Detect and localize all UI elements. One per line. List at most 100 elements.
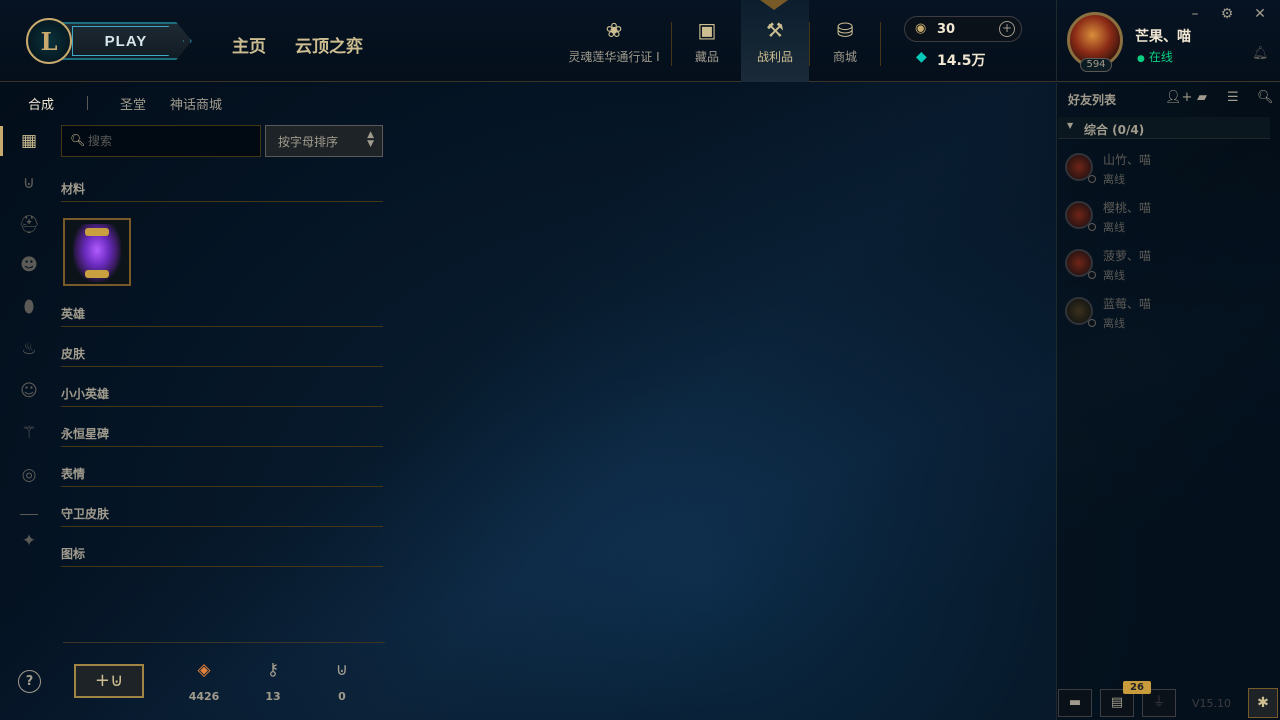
chest-value: 0 bbox=[338, 690, 346, 703]
notification-bell-icon[interactable]: 🔔︎ bbox=[1252, 46, 1269, 61]
lotus-icon: ❀ bbox=[605, 17, 623, 42]
tab-sanctum[interactable]: 圣堂 bbox=[120, 94, 146, 113]
search-input[interactable] bbox=[88, 131, 256, 151]
loot-item-card[interactable] bbox=[63, 218, 131, 286]
friend-item[interactable]: 蓝莓、喵 离线 bbox=[1063, 289, 1273, 333]
level-badge: 594 bbox=[1080, 58, 1112, 72]
offline-dot-icon bbox=[1088, 175, 1096, 183]
friend-item[interactable]: 樱桃、喵 离线 bbox=[1063, 193, 1273, 237]
buy-rp-plus-icon[interactable]: + bbox=[999, 21, 1015, 37]
rp-wallet[interactable]: ◉ 30 + bbox=[904, 16, 1022, 42]
minimize-icon[interactable]: – bbox=[1187, 6, 1203, 22]
help-icon[interactable]: ? bbox=[18, 670, 41, 693]
friend-status: 离线 bbox=[1103, 317, 1125, 330]
rail-divider bbox=[20, 514, 38, 515]
play-button[interactable]: PLAY bbox=[60, 22, 192, 60]
friend-name: 山竹、喵 bbox=[1103, 153, 1152, 167]
champion-helmet-icon[interactable]: ⛑ bbox=[18, 214, 40, 236]
loot-icon: ⚒ bbox=[766, 17, 784, 42]
key-icon: ⚷ bbox=[266, 660, 280, 680]
section-icons[interactable]: 图标 bbox=[61, 545, 383, 567]
client-version: V15.10 bbox=[1192, 697, 1232, 710]
sort-dropdown[interactable]: 按字母排序 ▲ ▼ bbox=[265, 125, 383, 157]
section-little-legends[interactable]: 小小英雄 bbox=[61, 385, 383, 407]
section-skins[interactable]: 皮肤 bbox=[61, 345, 383, 367]
section-ward-skins[interactable]: 守卫皮肤 bbox=[61, 505, 383, 527]
client-window: PLAY L 主页 云顶之弈 ❀ 灵魂莲华通行证 I ▣ 藏品 ⚒ 战利品 ⛁ … bbox=[0, 0, 1280, 720]
nav-home[interactable]: 主页 bbox=[232, 32, 266, 57]
friends-title: 好友列表 bbox=[1068, 93, 1117, 107]
tab-crafting[interactable]: 合成 bbox=[28, 94, 54, 113]
top-nav-bar: PLAY L 主页 云顶之弈 ❀ 灵魂莲华通行证 I ▣ 藏品 ⚒ 战利品 ⛁ … bbox=[0, 0, 1056, 82]
bottom-divider bbox=[63, 642, 385, 643]
chest-counter: ⊍ 0 bbox=[322, 660, 362, 703]
key-value: 13 bbox=[265, 690, 281, 703]
settings-gear-icon[interactable]: ⚙ bbox=[1219, 6, 1235, 22]
search-box[interactable]: 🔍︎ bbox=[61, 125, 261, 157]
rail-active-indicator bbox=[0, 126, 3, 156]
friend-name: 蓝莓、喵 bbox=[1103, 297, 1152, 311]
active-tab-caret bbox=[760, 0, 788, 14]
nav-store-label: 商城 bbox=[832, 49, 857, 64]
ward-skin-icon[interactable]: ✦ bbox=[18, 530, 40, 552]
nav-tft[interactable]: 云顶之弈 bbox=[295, 32, 363, 57]
emote-smile-icon[interactable]: ☺ bbox=[18, 380, 40, 402]
close-icon[interactable]: ✕ bbox=[1252, 6, 1268, 22]
chest-icon: ⊍ bbox=[335, 660, 349, 680]
friend-name: 樱桃、喵 bbox=[1103, 201, 1152, 215]
friend-status: 离线 bbox=[1103, 221, 1125, 234]
craft-chest-button[interactable]: +⊍ bbox=[74, 664, 144, 698]
all-grid-icon[interactable]: ▦ bbox=[18, 130, 40, 152]
nav-collection[interactable]: ▣ 藏品 bbox=[672, 0, 742, 82]
friend-item[interactable]: 山竹、喵 离线 bbox=[1063, 145, 1273, 189]
friend-status: 离线 bbox=[1103, 269, 1125, 282]
orange-essence-value: 4426 bbox=[188, 690, 220, 703]
friend-item[interactable]: 菠萝、喵 离线 bbox=[1063, 241, 1273, 285]
friend-name: 菠萝、喵 bbox=[1103, 249, 1152, 263]
be-value: 14.5万 bbox=[937, 53, 986, 69]
search-icon: 🔍︎ bbox=[70, 133, 86, 147]
rp-value: 30 bbox=[937, 22, 956, 37]
store-icon: ⛁ bbox=[836, 17, 854, 42]
offline-dot-icon bbox=[1088, 271, 1096, 279]
nav-loot-label: 战利品 bbox=[756, 49, 793, 64]
online-status[interactable]: 在线 bbox=[1137, 48, 1173, 65]
sort-value: 按字母排序 bbox=[278, 135, 339, 149]
riot-points-icon: ◉ bbox=[915, 21, 927, 36]
social-bottom-bar: ▬ ▤ ⏚ bbox=[1056, 686, 1280, 720]
add-friend-icon[interactable]: 👤︎+ bbox=[1165, 90, 1192, 105]
eternals-flame-icon[interactable]: ♨ bbox=[18, 338, 40, 360]
chat-bubble-icon[interactable]: ▬ bbox=[1058, 689, 1092, 717]
tab-mythic-shop[interactable]: 神话商城 bbox=[170, 94, 222, 113]
nav-pass[interactable]: ❀ 灵魂莲华通行证 I bbox=[566, 0, 662, 82]
material-chest-icon[interactable]: ⊍ bbox=[18, 172, 40, 194]
list-view-icon[interactable]: ☰ bbox=[1227, 90, 1239, 105]
section-champions[interactable]: 英雄 bbox=[61, 305, 383, 327]
nav-divider bbox=[880, 22, 881, 66]
tactician-egg-icon[interactable]: ⬮ bbox=[18, 296, 40, 318]
ward-icon[interactable]: ⚚ bbox=[18, 422, 40, 444]
orange-essence-icon: ◈ bbox=[197, 660, 211, 680]
summoner-icon-icon[interactable]: ◎ bbox=[18, 464, 40, 486]
nav-store[interactable]: ⛁ 商城 bbox=[810, 0, 880, 82]
friend-status: 离线 bbox=[1103, 173, 1125, 186]
key-counter: ⚷ 13 bbox=[253, 660, 293, 703]
offline-dot-icon bbox=[1088, 319, 1096, 327]
league-logo-icon[interactable]: L bbox=[26, 18, 72, 64]
add-folder-icon[interactable]: ▰ bbox=[1197, 90, 1207, 105]
friends-panel: 好友列表 👤︎+ ▰ ☰ 🔍︎ ▼ 综合 (0/4) 山竹、喵 离线 樱桃、喵 … bbox=[1056, 83, 1280, 720]
profile-header: 594 芒果、喵 在线 bbox=[1056, 0, 1280, 82]
group-name: 综合 (0/4) bbox=[1084, 123, 1145, 137]
summoner-name[interactable]: 芒果、喵 bbox=[1135, 26, 1191, 46]
friend-group-header[interactable]: ▼ 综合 (0/4) bbox=[1058, 117, 1270, 139]
section-emotes[interactable]: 表情 bbox=[61, 465, 383, 487]
section-materials[interactable]: 材料 bbox=[61, 180, 383, 202]
logo-letter: L bbox=[40, 26, 58, 56]
nav-pass-label: 灵魂莲华通行证 I bbox=[568, 49, 660, 64]
section-eternals[interactable]: 永恒星碑 bbox=[61, 425, 383, 447]
subtab-divider bbox=[87, 96, 88, 110]
skin-mask-icon[interactable]: ☻ bbox=[18, 254, 40, 276]
nav-collection-label: 藏品 bbox=[694, 49, 719, 64]
friend-search-icon[interactable]: 🔍︎ bbox=[1257, 90, 1274, 105]
bug-report-icon[interactable]: ✱ bbox=[1248, 688, 1278, 718]
